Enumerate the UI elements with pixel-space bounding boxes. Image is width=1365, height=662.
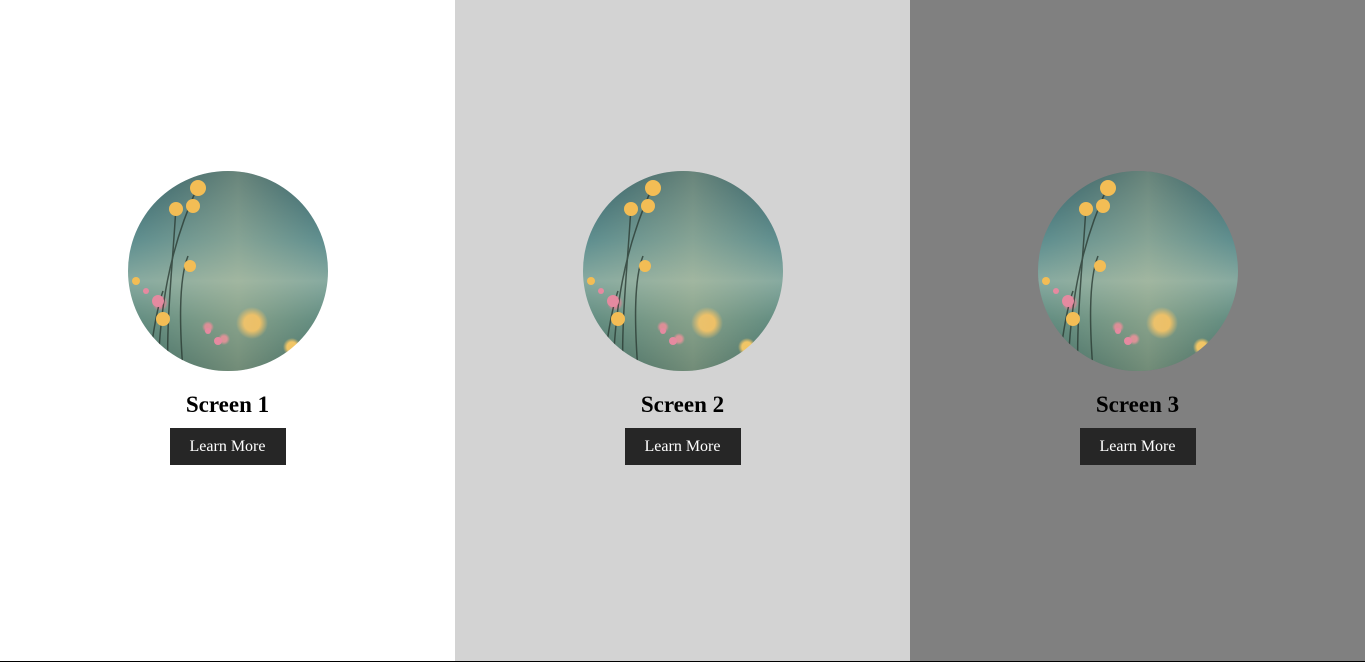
panels-container: Screen 1 Learn More Screen 2 Learn More … [0, 0, 1365, 661]
flower-photo-avatar [1037, 171, 1238, 371]
screen-panel-1: Screen 1 Learn More [0, 0, 455, 661]
flower-photo-avatar [127, 171, 328, 371]
learn-more-button[interactable]: Learn More [1079, 428, 1196, 465]
screen-panel-2: Screen 2 Learn More [455, 0, 910, 661]
panel-title: Screen 2 [640, 392, 725, 417]
learn-more-button[interactable]: Learn More [169, 428, 286, 465]
panel-title: Screen 1 [185, 392, 270, 417]
flower-photo-avatar [582, 171, 783, 371]
panel-title: Screen 3 [1095, 392, 1180, 417]
learn-more-button[interactable]: Learn More [624, 428, 741, 465]
screen-panel-3: Screen 3 Learn More [910, 0, 1365, 661]
